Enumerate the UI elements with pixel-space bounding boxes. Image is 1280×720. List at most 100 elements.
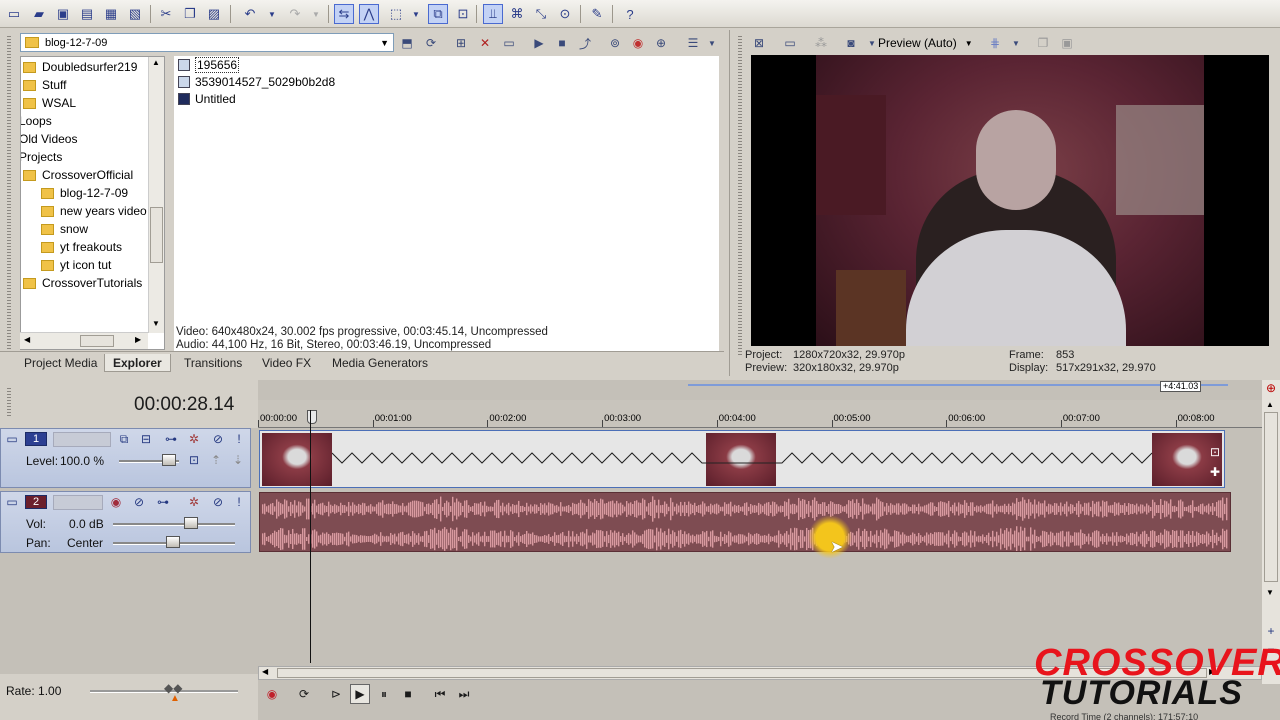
track-fx-icon[interactable]: ✲ xyxy=(187,432,201,446)
tree-item[interactable]: Old Videos xyxy=(21,130,77,148)
record-icon[interactable]: ◉ xyxy=(262,684,282,704)
timeline-vertical-scrollbar[interactable]: ⊕ ▲ ▼ + − xyxy=(1262,380,1280,684)
tab-media-generators[interactable]: Media Generators xyxy=(324,354,436,372)
track-name-field[interactable] xyxy=(53,495,103,510)
envelope-edit-icon[interactable]: ⋀ xyxy=(359,4,379,24)
pan-slider-knob[interactable] xyxy=(166,536,180,548)
time-ruler[interactable]: 00:00:00 00:01:00 00:02:00 00:03:00 00:04:00… xyxy=(258,400,1262,428)
tree-item[interactable]: yt freakouts xyxy=(41,238,122,256)
play-icon[interactable]: ▶ xyxy=(350,684,370,704)
zoom-in-icon[interactable]: + xyxy=(1264,624,1278,638)
video-track-header[interactable]: ▭ 1 ⧉ ⊟ ⊶ ✲ ⊘ ! Level: 100.0 % ⊡ ⇡ ⇣ xyxy=(0,428,251,488)
save-icon[interactable]: ▣ xyxy=(53,4,73,24)
compositing-icon[interactable]: ⊟ xyxy=(139,432,153,446)
zoom-edit-icon[interactable]: ⊙ xyxy=(555,4,575,24)
open-icon[interactable]: ▰ xyxy=(29,4,49,24)
tree-item[interactable]: Stuff xyxy=(23,76,66,94)
tree-item[interactable]: WSAL xyxy=(23,94,76,112)
preview-quality-dropdown[interactable]: Preview (Auto) ▼ xyxy=(878,33,978,53)
track-fx-icon[interactable]: ✲ xyxy=(187,495,201,509)
tree-item[interactable]: Doubledsurfer219 xyxy=(23,58,137,76)
mute-icon[interactable]: ⊘ xyxy=(211,432,225,446)
delete-icon[interactable]: ✕ xyxy=(476,34,494,52)
tree-item[interactable]: CrossoverTutorials xyxy=(23,274,142,292)
normal-edit-icon[interactable]: ⇆ xyxy=(334,4,354,24)
chevron-down-icon[interactable]: ▼ xyxy=(380,38,389,48)
get-media-icon[interactable]: ⊚ xyxy=(606,34,624,52)
refresh-icon[interactable]: ⟳ xyxy=(422,34,440,52)
render-icon[interactable]: ▦ xyxy=(101,4,121,24)
new-folder-icon[interactable]: ⊞ xyxy=(452,34,470,52)
tree-item[interactable]: yt icon tut xyxy=(41,256,111,274)
tree-scrollbar[interactable]: ▲ ▼ xyxy=(148,57,164,333)
tree-item[interactable]: CrossoverOfficial xyxy=(23,166,133,184)
overlays-dropdown-icon[interactable]: ▼ xyxy=(1010,34,1022,52)
copy-icon[interactable]: ❐ xyxy=(180,4,200,24)
event-fx-icon[interactable]: ✚ xyxy=(1208,465,1222,479)
save-as-icon[interactable]: ▤ xyxy=(77,4,97,24)
playhead-handle[interactable] xyxy=(307,410,317,424)
tree-horizontal-scrollbar[interactable]: ◀ ▶ xyxy=(20,332,148,349)
volume-slider[interactable] xyxy=(113,523,235,526)
file-item[interactable]: 3539014527_5029b0b2d8 xyxy=(178,74,335,90)
tab-video-fx[interactable]: Video FX xyxy=(254,354,319,372)
tree-item[interactable]: blog-12-7-09 xyxy=(41,184,128,202)
preview-properties-icon[interactable]: ⊠ xyxy=(750,34,768,52)
panel-grip[interactable] xyxy=(738,34,742,356)
overview-bar[interactable] xyxy=(688,384,1228,386)
auto-preview-icon[interactable]: ⤴ xyxy=(576,34,594,52)
media-web-icon[interactable]: ◉ xyxy=(629,34,647,52)
ignore-grouping-icon[interactable]: ⌘ xyxy=(507,4,527,24)
views-dropdown-icon[interactable]: ▼ xyxy=(703,34,721,52)
event-pan-crop-icon[interactable]: ⊡ xyxy=(1208,445,1222,459)
video-clip[interactable]: ⊡ ✚ xyxy=(259,430,1225,488)
cut-icon[interactable]: ✂ xyxy=(156,4,176,24)
arm-record-icon[interactable]: ◉ xyxy=(109,495,123,509)
panel-grip[interactable] xyxy=(7,34,11,356)
loop-playback-icon[interactable]: ⟳ xyxy=(294,684,314,704)
solo-icon[interactable]: ! xyxy=(232,495,246,509)
split-screen-icon[interactable]: ◙ xyxy=(842,34,860,52)
external-monitor-icon[interactable]: ▭ xyxy=(781,34,799,52)
mute-icon[interactable]: ⊘ xyxy=(211,495,225,509)
auto-crossfade-icon[interactable]: ⤡ xyxy=(531,4,551,24)
stop-icon[interactable]: ■ xyxy=(398,684,418,704)
save-snapshot-icon[interactable]: ▣ xyxy=(1058,34,1076,52)
start-preview-icon[interactable]: ▶ xyxy=(530,34,548,52)
move-up-icon[interactable]: ⇡ xyxy=(209,453,223,467)
undo-icon[interactable]: ↶ xyxy=(240,4,260,24)
lock-envelopes-icon[interactable]: ⊡ xyxy=(453,4,473,24)
pause-icon[interactable]: ⏸ xyxy=(374,684,394,704)
solo-icon[interactable]: ! xyxy=(232,432,246,446)
play-from-start-icon[interactable]: ⊳ xyxy=(326,684,346,704)
audio-clip[interactable] xyxy=(259,492,1231,552)
markers-icon[interactable]: ✎ xyxy=(587,4,607,24)
redo-dropdown-icon[interactable]: ▼ xyxy=(306,4,326,24)
volume-slider-knob[interactable] xyxy=(184,517,198,529)
tree-item[interactable]: new years video xyxy=(41,202,147,220)
track-motion-icon[interactable]: ⧉ xyxy=(117,432,131,446)
tab-explorer[interactable]: Explorer xyxy=(104,354,171,372)
audio-track-header[interactable]: ▭ 2 ◉ ⊘ ⊶ ✲ ⊘ ! Vol: 0.0 dB Pan: Center xyxy=(0,491,251,553)
move-down-icon[interactable]: ⇣ xyxy=(231,453,245,467)
up-folder-icon[interactable]: ⬒ xyxy=(398,34,416,52)
help-icon[interactable]: ? xyxy=(620,4,640,24)
stop-preview-icon[interactable]: ■ xyxy=(553,34,571,52)
add-favorites-icon[interactable]: ▭ xyxy=(500,34,518,52)
track-name-field[interactable] xyxy=(53,432,111,447)
paste-icon[interactable]: ▨ xyxy=(204,4,224,24)
tab-project-media[interactable]: Project Media xyxy=(16,354,105,372)
search-icon[interactable]: ⊕ xyxy=(652,34,670,52)
fx-icon[interactable]: ⁂ xyxy=(812,34,830,52)
split-dropdown-icon[interactable]: ▼ xyxy=(866,34,878,52)
tree-item[interactable]: Projects xyxy=(21,148,62,166)
properties-icon[interactable]: ▧ xyxy=(125,4,145,24)
selection-dropdown-icon[interactable]: ▼ xyxy=(406,4,426,24)
tab-transitions[interactable]: Transitions xyxy=(176,354,250,372)
level-slider-knob[interactable] xyxy=(162,454,176,466)
invert-phase-icon[interactable]: ⊘ xyxy=(132,495,146,509)
redo-icon[interactable]: ↷ xyxy=(285,4,305,24)
auto-ripple-icon[interactable]: ⧉ xyxy=(428,4,448,24)
overlays-icon[interactable]: ⋕ xyxy=(986,34,1004,52)
new-icon[interactable]: ▭ xyxy=(4,4,24,24)
